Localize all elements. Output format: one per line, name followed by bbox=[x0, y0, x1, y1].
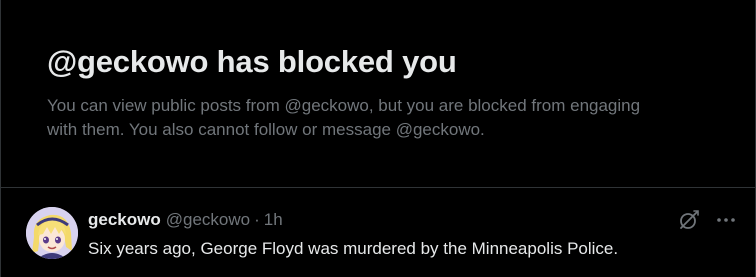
more-horizontal-icon[interactable] bbox=[714, 208, 738, 232]
post-timestamp[interactable]: 1h bbox=[264, 210, 283, 230]
post-author-name[interactable]: geckowo bbox=[88, 210, 161, 230]
profile-page: @geckowo has blocked you You can view pu… bbox=[0, 0, 756, 277]
post-text: Six years ago, George Floyd was murdered… bbox=[88, 239, 619, 258]
block-notice: @geckowo has blocked you You can view pu… bbox=[1, 0, 755, 188]
block-notice-description: You can view public posts from @geckowo,… bbox=[47, 96, 641, 139]
post-header: geckowo @geckowo · 1h bbox=[88, 209, 283, 231]
grok-icon[interactable] bbox=[677, 208, 701, 232]
separator-dot: · bbox=[254, 210, 260, 229]
anime-avatar-icon bbox=[26, 207, 78, 259]
avatar[interactable] bbox=[26, 207, 78, 259]
post[interactable]: geckowo @geckowo · 1h Six years ago, Geo… bbox=[1, 188, 755, 277]
post-author-handle[interactable]: @geckowo bbox=[166, 210, 250, 230]
block-notice-title: @geckowo has blocked you bbox=[47, 44, 457, 79]
